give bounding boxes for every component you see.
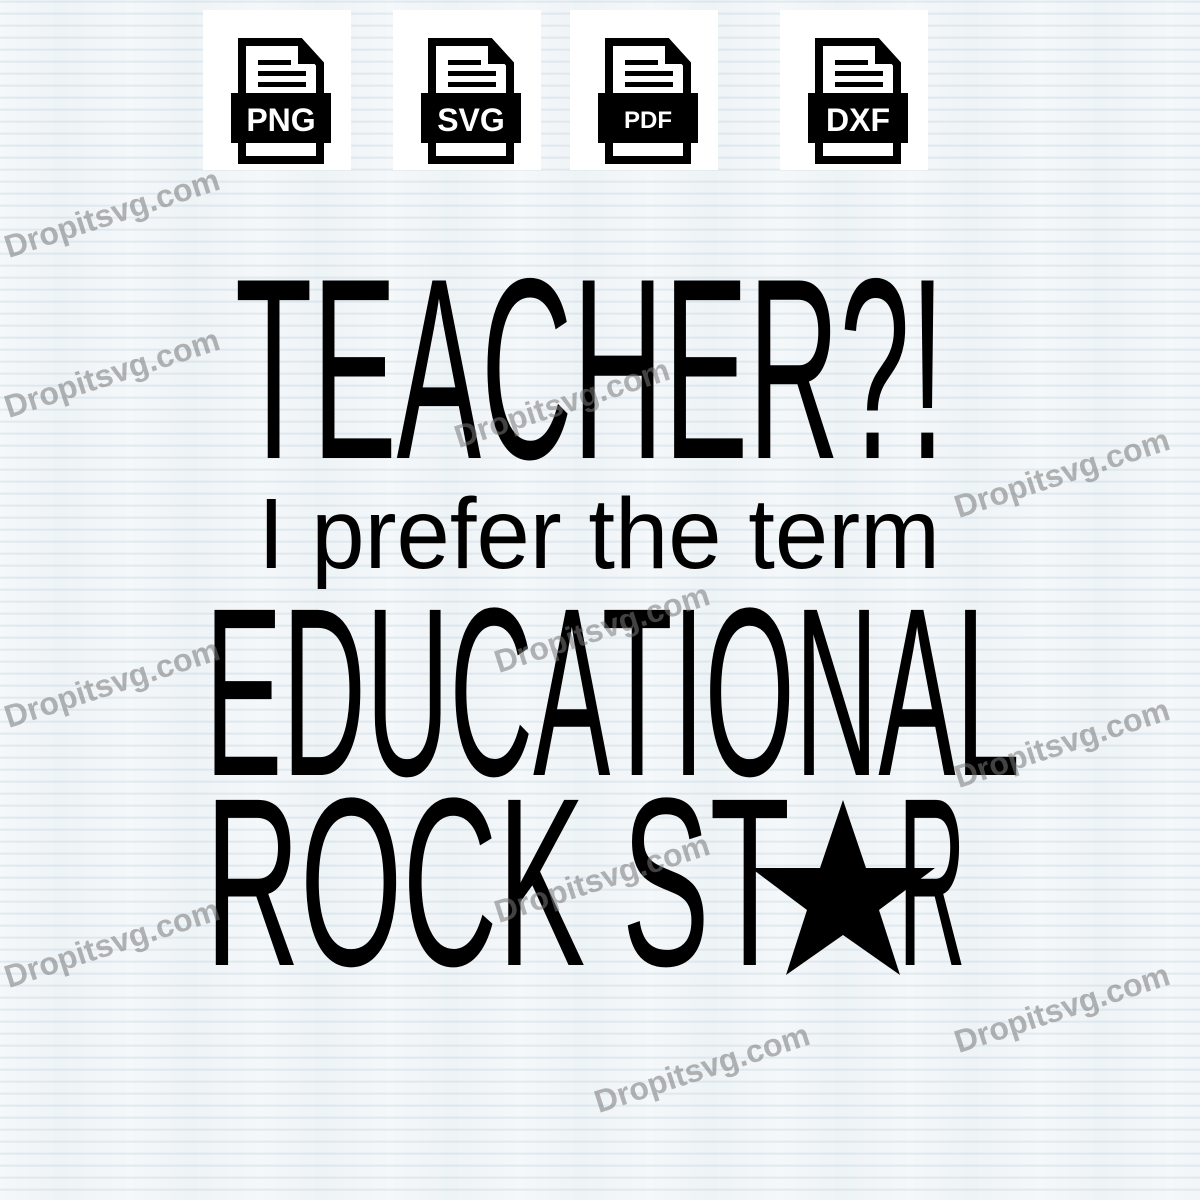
- design-line-r: R: [898, 748, 966, 1016]
- design-line-teacher: TEACHER?!: [235, 224, 945, 513]
- design-line-rock-st: ROCK ST: [205, 748, 790, 1016]
